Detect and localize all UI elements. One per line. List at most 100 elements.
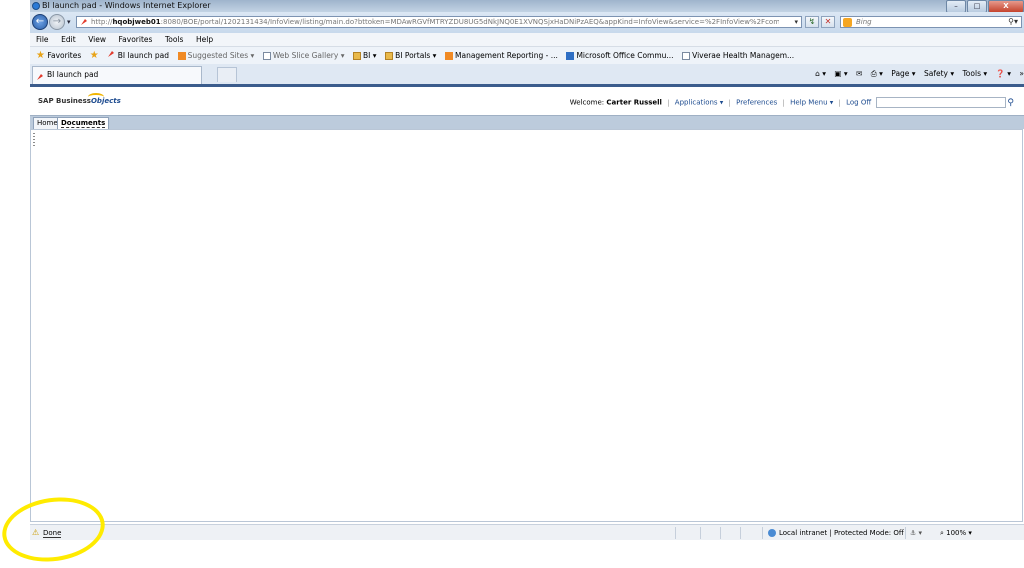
status-divider: [905, 527, 906, 539]
fav-link-label: Suggested Sites ▾: [187, 51, 255, 60]
tab-row: BI launch pad ⌂ ▾ ▣ ▾ ✉ ⎙ ▾ Page ▾ Safet…: [30, 64, 1024, 84]
splitter-grip-icon[interactable]: [33, 133, 35, 147]
compatibility-view-button[interactable]: ↯: [805, 16, 819, 28]
more-chevron-icon[interactable]: »: [1019, 69, 1024, 78]
favorites-button[interactable]: ★ Favorites: [36, 47, 81, 64]
menu-tools[interactable]: Tools: [165, 33, 183, 46]
security-zone[interactable]: Local intranet | Protected Mode: Off: [768, 525, 904, 540]
ie-logo-icon: [32, 2, 40, 10]
favorites-bar: ★ Favorites ★ BI launch pad Suggested Si…: [30, 47, 1024, 65]
fav-viverae-health[interactable]: Viverae Health Managem...: [682, 47, 794, 64]
home-icon[interactable]: ⌂ ▾: [815, 69, 826, 78]
fav-link-bi-launch-pad[interactable]: BI launch pad: [107, 47, 169, 64]
zone-label: Local intranet | Protected Mode: Off: [779, 529, 904, 537]
search-icon[interactable]: ⚲▾: [1008, 17, 1018, 26]
command-bar: ⌂ ▾ ▣ ▾ ✉ ⎙ ▾ Page ▾ Safety ▾ Tools ▾ ❓ …: [809, 66, 1024, 82]
zoom-control[interactable]: ⌕ 100% ▾: [940, 525, 972, 540]
logo-text: SAP Business: [38, 97, 91, 105]
status-divider: [740, 527, 741, 539]
fav-link-label: Viverae Health Managem...: [692, 51, 795, 60]
fav-microsoft-office-communicator[interactable]: Microsoft Office Commu...: [566, 47, 674, 64]
page-icon: [262, 52, 271, 60]
fav-link-label: Management Reporting - ...: [455, 51, 558, 60]
sap-logo: SAP BusinessObjects: [38, 97, 121, 105]
sap-header: SAP BusinessObjects Welcome: Carter Russ…: [30, 87, 1024, 115]
zoom-label: ⌕ 100%: [940, 529, 967, 537]
user-name: Carter Russell: [606, 98, 662, 107]
url-prefix: http://: [91, 18, 113, 26]
bing-icon: [843, 18, 852, 27]
feeds-icon[interactable]: ▣ ▾: [834, 69, 847, 78]
title-bar: BI launch pad - Windows Internet Explore…: [30, 0, 1024, 13]
fav-link-label: BI launch pad: [117, 51, 170, 60]
status-bar: ⚠ Done Local intranet | Protected Mode: …: [30, 524, 1024, 540]
menu-file[interactable]: File: [36, 33, 49, 46]
page-menu[interactable]: Page ▾: [891, 69, 915, 78]
intranet-globe-icon: [768, 529, 776, 537]
tab-bi-launch-pad[interactable]: BI launch pad: [32, 66, 202, 84]
menu-help[interactable]: Help: [196, 33, 213, 46]
window-title: BI launch pad - Windows Internet Explore…: [42, 1, 211, 10]
status-divider: [720, 527, 721, 539]
help-icon[interactable]: ❓ ▾: [996, 69, 1012, 78]
address-bar[interactable]: http://hqobjweb01:8080/BOE/portal/120213…: [76, 16, 802, 28]
menu-edit[interactable]: Edit: [61, 33, 76, 46]
ie-window: BI launch pad - Windows Internet Explore…: [30, 0, 1024, 540]
fav-link-label: Web Slice Gallery ▾: [272, 51, 345, 60]
fav-folder-bi-portals[interactable]: BI Portals ▾: [385, 47, 436, 64]
menu-favorites[interactable]: Favorites: [119, 33, 153, 46]
tab-title: BI launch pad: [47, 70, 99, 79]
tab-documents-label: Documents: [61, 119, 106, 128]
favorites-star-icon: ★: [36, 50, 45, 61]
forward-button[interactable]: →: [49, 14, 65, 30]
sap-search-icon[interactable]: ⚲: [1007, 98, 1014, 108]
add-favorite-icon: ★: [89, 50, 99, 61]
page-icon: [682, 52, 691, 60]
folder-icon: [385, 52, 394, 60]
divider: |: [728, 98, 731, 107]
logo-text-objects: Objects: [90, 97, 121, 105]
favorites-label: Favorites: [47, 51, 82, 60]
search-box[interactable]: Bing ⚲▾: [840, 16, 1022, 28]
tools-menu[interactable]: Tools ▾: [963, 69, 988, 78]
protected-mode-icon[interactable]: ⚓ ▾: [910, 525, 922, 540]
fav-link-label: Microsoft Office Commu...: [576, 51, 674, 60]
menu-view[interactable]: View: [88, 33, 106, 46]
recent-pages-dropdown-icon[interactable]: ▾: [67, 18, 71, 26]
sap-favicon-icon: [108, 51, 115, 57]
status-divider: [762, 527, 763, 539]
office-icon: [566, 52, 575, 60]
address-url[interactable]: http://hqobjweb01:8080/BOE/portal/120213…: [91, 18, 779, 26]
safety-menu[interactable]: Safety ▾: [924, 69, 954, 78]
help-menu[interactable]: Help Menu ▾: [790, 99, 833, 107]
log-off-link[interactable]: Log Off: [846, 99, 871, 107]
fav-web-slice-gallery[interactable]: Web Slice Gallery ▾: [262, 47, 345, 64]
tab-documents[interactable]: Documents: [57, 117, 110, 129]
preferences-link[interactable]: Preferences: [736, 99, 777, 107]
suggested-sites-icon: [177, 52, 186, 60]
fav-management-reporting[interactable]: Management Reporting - ...: [445, 47, 558, 64]
address-dropdown-icon[interactable]: ▾: [794, 18, 798, 26]
stop-button[interactable]: ✕: [821, 16, 835, 28]
menu-bar: File Edit View Favorites Tools Help: [30, 33, 1024, 47]
main-content-area: [30, 129, 1023, 522]
back-button[interactable]: ←: [32, 14, 48, 30]
page-favicon-icon: [80, 18, 88, 26]
print-icon[interactable]: ⎙ ▾: [871, 69, 883, 78]
applications-menu[interactable]: Applications ▾: [675, 99, 724, 107]
divider: |: [838, 98, 841, 107]
fav-folder-bi[interactable]: BI ▾: [353, 47, 377, 64]
add-to-favorites-bar-button[interactable]: ★: [90, 47, 99, 64]
status-divider: [675, 527, 676, 539]
status-divider: [700, 527, 701, 539]
mail-icon[interactable]: ✉: [856, 69, 862, 78]
fav-suggested-sites[interactable]: Suggested Sites ▾: [177, 47, 255, 64]
divider: |: [667, 98, 670, 107]
new-tab-button[interactable]: [217, 67, 237, 82]
sap-search-input[interactable]: [876, 97, 1007, 108]
folder-icon: [353, 52, 362, 60]
search-placeholder: Bing: [856, 18, 872, 26]
report-icon: [445, 52, 453, 60]
address-row: ← → ▾ http://hqobjweb01:8080/BOE/portal/…: [30, 12, 1024, 33]
welcome-label: Welcome:: [569, 98, 605, 107]
